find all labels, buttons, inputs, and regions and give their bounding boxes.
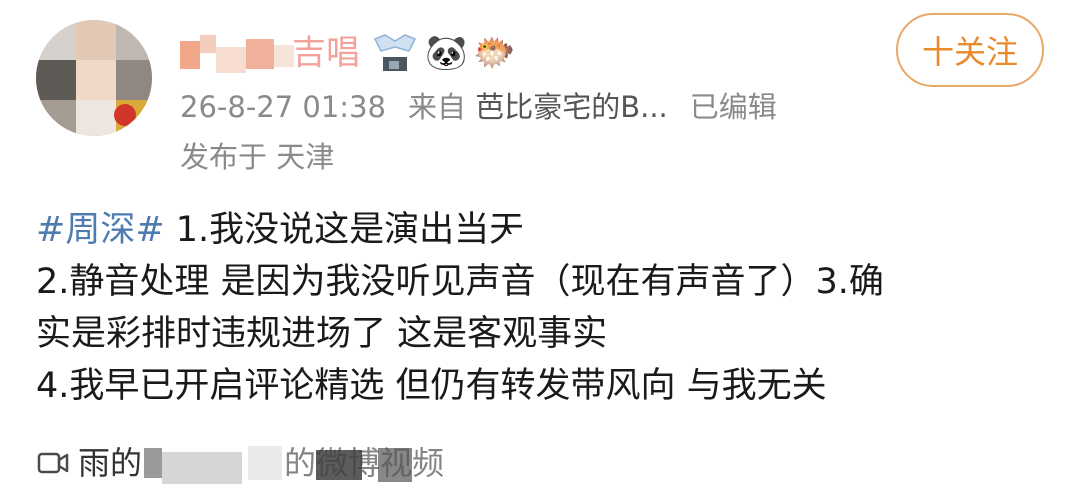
follow-button-label: 十关注: [921, 33, 1018, 71]
pufferfish-emoji: 🐡: [473, 33, 516, 73]
source-prefix: 来自: [407, 90, 466, 124]
avatar[interactable]: [36, 20, 152, 136]
source-link[interactable]: 芭比豪宅的B...: [475, 90, 668, 124]
panda-emoji: 🐼: [425, 33, 468, 73]
video-link-text-obscured: 雨的 的微博视频: [78, 438, 518, 488]
hashtag-link[interactable]: #周深#: [36, 210, 165, 250]
video-link-suffix: 的微博视频: [284, 444, 445, 482]
edited-label[interactable]: 已编辑: [690, 90, 777, 124]
content-line-3: 实是彩排时违规进场了 这是客观事实: [36, 314, 608, 354]
video-camera-icon: [37, 452, 69, 474]
cut-mask: [506, 234, 666, 256]
video-link[interactable]: 雨的 的微博视频: [36, 438, 518, 488]
follow-button[interactable]: 十关注: [896, 13, 1044, 87]
post-location: 发布于 天津: [180, 140, 335, 174]
author-name-row: 吉唱 🐼 🐡: [180, 28, 516, 78]
content-line-1-text: 1.我没说这是演出当天: [164, 210, 525, 250]
badge-icon: [371, 31, 419, 75]
author-name-fragment: 吉唱: [292, 33, 360, 73]
video-link-prefix: 雨的: [78, 444, 143, 482]
content-line-4: 4.我早已开启评论精选 但仍有转发带风向 与我无关: [36, 366, 827, 406]
author-name-obscured[interactable]: 吉唱: [180, 31, 365, 75]
post-timestamp: 26-8-27 01:38: [180, 90, 386, 124]
post-meta: 26-8-27 01:38 来自 芭比豪宅的B... 已编辑: [180, 84, 777, 126]
post-content: #周深# 1.我没说这是演出当天 2.静音处理 是因为我没听见声音（现在有声音了…: [36, 204, 1056, 412]
content-line-1: #周深# 1.我没说这是演出当天: [36, 204, 1056, 256]
content-line-2: 2.静音处理 是因为我没听见声音（现在有声音了）3.确: [36, 262, 884, 302]
